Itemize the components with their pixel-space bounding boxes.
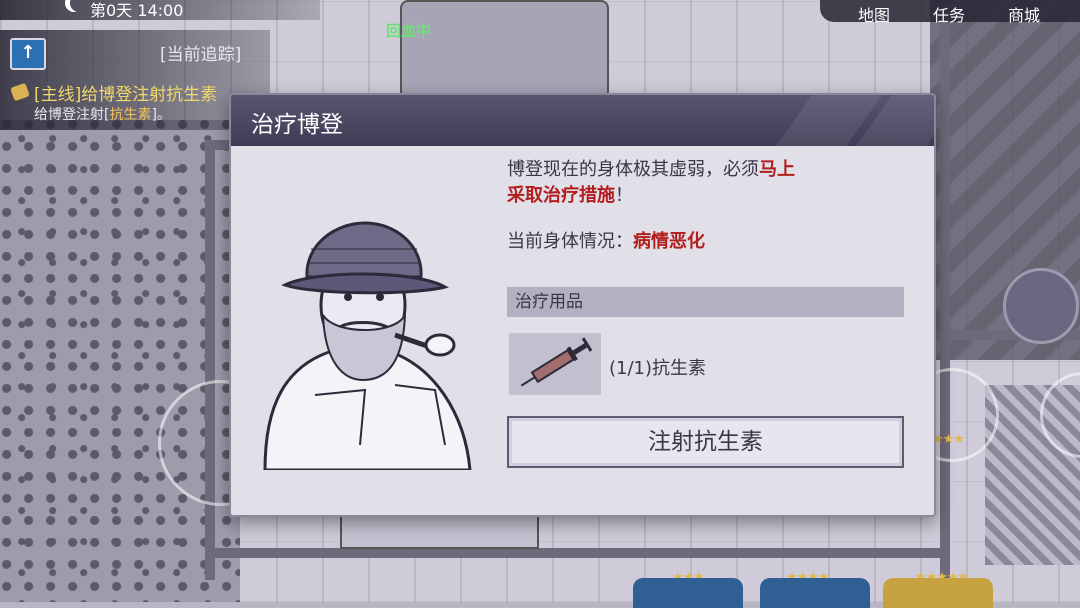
nav-shop[interactable]: 商城: [1008, 2, 1040, 26]
equipment-slot-2[interactable]: [760, 578, 870, 608]
dialog-title: 治疗博登: [251, 112, 343, 138]
sofa: [400, 0, 609, 99]
nav-map[interactable]: 地图: [858, 2, 890, 26]
condition-description: 博登现在的身体极其虚弱，必须马上 采取治疗措施！: [507, 159, 795, 206]
compass-badge-icon[interactable]: [1003, 268, 1079, 344]
day-time-display: 第0天 14:00: [90, 1, 184, 20]
healing-status: 回血中: [386, 22, 432, 40]
dialog-header: 治疗博登: [231, 95, 934, 146]
moon-icon: [70, 0, 88, 12]
inject-antibiotic-button[interactable]: 注射抗生素: [507, 416, 904, 468]
equipment-slot-3[interactable]: [883, 578, 993, 608]
supplies-header: 治疗用品: [507, 287, 904, 317]
nav-tasks[interactable]: 任务: [933, 2, 965, 26]
yard-ground: [0, 120, 240, 602]
collapse-arrow-icon[interactable]: ↑: [10, 38, 46, 70]
boden-portrait: [263, 221, 472, 470]
ring-stars: ★★★: [932, 432, 965, 447]
antibiotic-item-slot[interactable]: [509, 333, 601, 395]
top-nav: 地图 任务 商城: [820, 0, 1080, 25]
syringe-icon: [520, 337, 593, 387]
antibiotic-item-label: (1/1)抗生素: [609, 358, 707, 379]
condition-value: 病情恶化: [633, 231, 705, 252]
tracking-title: [当前追踪]: [160, 45, 242, 65]
main-quest-title[interactable]: [主线]给博登注射抗生素: [34, 80, 217, 105]
treatment-dialog: 治疗博登 博登现在的身体极其虚弱，必须马上 采取治疗措施！ 当前身体情况：病情恶…: [229, 93, 936, 517]
quest-description: 给博登注射[抗生素]。: [34, 107, 171, 123]
time-bar: 第0天 14:00: [0, 0, 320, 20]
wall-segment: [205, 140, 215, 580]
current-condition: 当前身体情况：病情恶化: [507, 231, 705, 252]
wall-segment: [205, 548, 945, 558]
wall-segment: [940, 20, 950, 580]
equipment-slot-1[interactable]: [633, 578, 743, 608]
